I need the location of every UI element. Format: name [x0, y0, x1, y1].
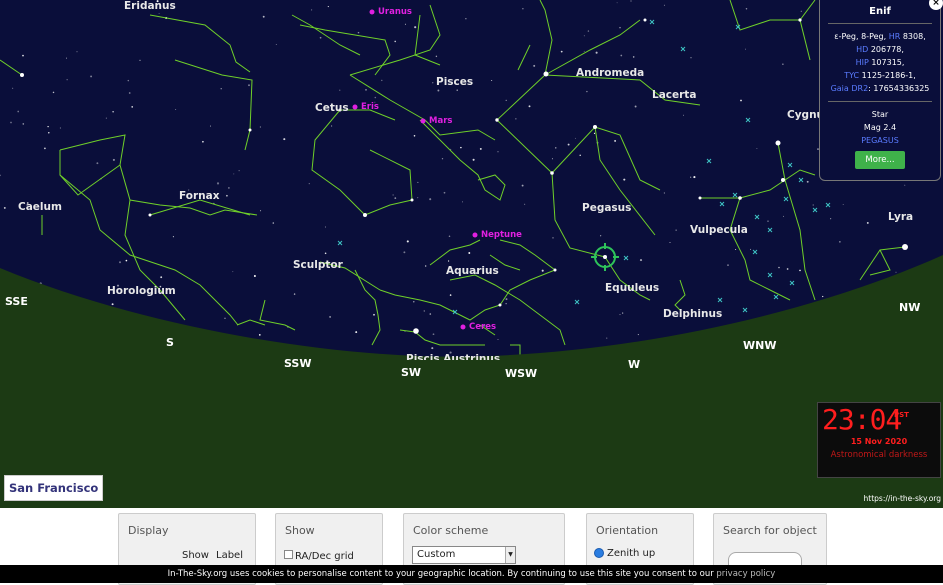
constellation-label: Lyra — [888, 211, 914, 223]
constellation-lines — [0, 0, 906, 355]
planet-markers — [352, 9, 478, 330]
location-button[interactable]: San Francisco — [4, 475, 104, 501]
close-icon[interactable]: × — [929, 0, 943, 10]
designations: ε-Peg, 8-Peg, — [834, 32, 887, 41]
constellation-label: Aquarius — [446, 265, 499, 277]
compass-label: WNW — [743, 339, 777, 352]
object-magnitude: Mag 2.4 — [863, 123, 897, 132]
hip-value: 107315, — [871, 58, 905, 67]
constellation-label: Andromeda — [576, 67, 645, 79]
constellation-label: Fornax — [179, 190, 220, 202]
planet-label: Uranus — [378, 7, 412, 17]
hr-link[interactable]: HR — [889, 32, 901, 41]
planet-label: Mars — [429, 116, 453, 126]
deep-sky-markers — [337, 19, 831, 315]
cookie-notice: In-The-Sky.org uses cookies to personali… — [0, 565, 943, 583]
clock-timezone: PST — [894, 411, 909, 419]
tyc-value: 1125-2186-1, — [861, 71, 916, 80]
constellation-label: Sculptor — [293, 259, 343, 271]
zenith-radio[interactable] — [594, 548, 604, 558]
compass-label: SSE — [5, 295, 28, 308]
panel-title: Search for object — [723, 524, 817, 537]
compass-label: NW — [899, 301, 921, 314]
privacy-policy-link[interactable]: privacy policy — [716, 569, 775, 579]
object-type: Star — [871, 110, 889, 119]
hr-value: 8308, — [902, 32, 926, 41]
constellation-label: Lacerta — [652, 89, 697, 101]
object-info-panel: × Enif ε-Peg, 8-Peg, HR 8308, HD 206778,… — [819, 0, 943, 181]
compass-label: S — [166, 336, 174, 349]
chevron-down-icon: ▼ — [505, 547, 515, 563]
hd-link[interactable]: HD — [856, 45, 868, 54]
radec-checkbox[interactable] — [284, 550, 293, 559]
sky-map[interactable]: Eridanus Pisces Andromeda Lacerta Cygnus… — [0, 0, 943, 508]
show-column-header: Show — [182, 550, 209, 561]
compass-label: W — [628, 358, 641, 371]
compass-label: WSW — [505, 367, 538, 380]
gaia-value: 17654336325 — [873, 84, 930, 93]
panel-title: Show — [285, 524, 315, 537]
constellation-label: Eridanus — [124, 0, 176, 12]
zenith-label: Zenith up — [607, 548, 656, 559]
planet-label: Neptune — [481, 230, 522, 240]
site-url: https://in-the-sky.org — [863, 494, 941, 503]
panel-title: Color scheme — [413, 524, 489, 537]
more-button[interactable]: More... — [855, 151, 905, 169]
constellation-label: Horologium — [107, 285, 176, 297]
planet-label: Ceres — [469, 322, 497, 332]
constellation-label: Cetus — [315, 102, 349, 114]
panel-title: Display — [128, 524, 169, 537]
object-constellation-link[interactable]: PEGASUS — [820, 134, 940, 147]
constellation-label: Equuleus — [605, 282, 660, 294]
background-stars — [0, 0, 937, 360]
constellation-label: Pegasus — [582, 202, 632, 214]
label-column-header: Label — [216, 550, 243, 561]
sky-darkness-status: Astronomical darkness — [830, 450, 928, 460]
cookie-text: In-The-Sky.org uses cookies to personali… — [167, 569, 714, 579]
planet-label: Eris — [361, 102, 379, 112]
tyc-link[interactable]: TYC — [844, 71, 859, 80]
compass-label: SW — [401, 366, 422, 379]
radec-label: RA/Dec grid — [295, 551, 354, 562]
clock-date: 15 Nov 2020 — [850, 437, 908, 446]
panel-title: Orientation — [596, 524, 659, 537]
gaia-link[interactable]: Gaia DR2 — [831, 84, 869, 93]
compass-label: SSW — [284, 357, 312, 370]
color-scheme-value: Custom — [417, 549, 456, 560]
clock-time: 23:04 — [822, 403, 902, 436]
constellation-label: Pisces — [436, 76, 474, 88]
hip-link[interactable]: HIP — [856, 58, 869, 67]
clock-panel: 23:04 PST 15 Nov 2020 Astronomical darkn… — [817, 402, 941, 478]
color-scheme-select[interactable]: Custom ▼ — [412, 546, 516, 564]
constellation-label: Caelum — [18, 201, 62, 213]
hd-value: 206778, — [870, 45, 904, 54]
constellation-label: Delphinus — [663, 308, 723, 320]
constellation-label: Vulpecula — [690, 224, 748, 236]
constellation-label: Piscis Austrinus — [406, 353, 501, 360]
object-name: Enif — [869, 6, 891, 17]
